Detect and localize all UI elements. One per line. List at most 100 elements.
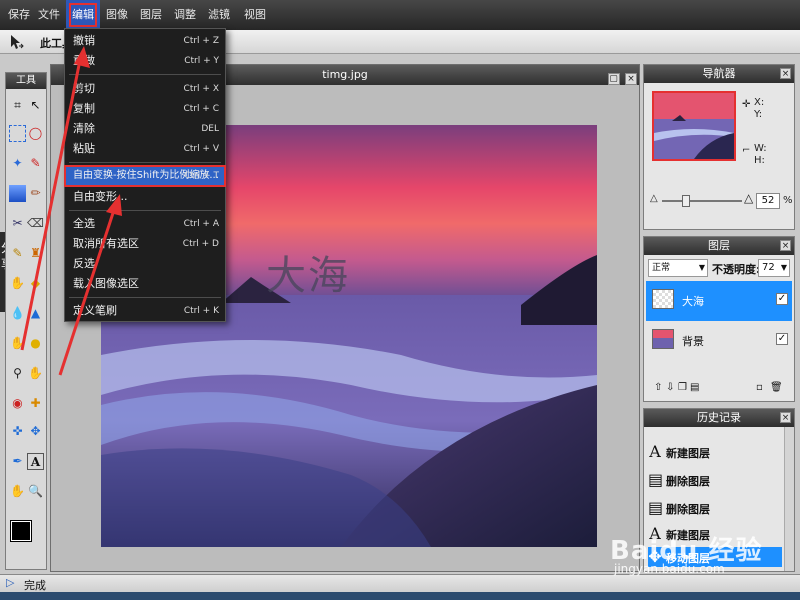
document-title: timg.jpg — [322, 68, 368, 81]
pencil-tool-icon[interactable]: ✎ — [27, 155, 44, 172]
zoom-out-icon[interactable]: △ — [650, 193, 658, 204]
menu-item-undo[interactable]: 撤销 Ctrl + Z — [65, 31, 225, 51]
replace-color-tool-icon[interactable]: ✎ — [9, 245, 26, 262]
layer-move-down-icon[interactable]: ⇩ — [666, 383, 676, 393]
menu-filter[interactable]: 滤镜 — [202, 0, 236, 30]
bucket-tool-icon[interactable]: ◆ — [27, 275, 44, 292]
menu-item-deselect[interactable]: 取消所有选区 Ctrl + D — [65, 234, 225, 254]
close-icon[interactable]: × — [780, 240, 791, 251]
menu-item-load-selection[interactable]: 载入图像选区 — [65, 274, 225, 294]
maximize-icon[interactable]: ▢ — [607, 73, 620, 85]
type-icon: A — [649, 442, 661, 461]
new-layer-icon[interactable]: ▫ — [756, 383, 766, 393]
crop-tool-icon[interactable]: ⌗ — [9, 97, 26, 114]
zoom-in-icon[interactable]: △ — [744, 191, 753, 205]
menu-item-copy[interactable]: 复制 Ctrl + C — [65, 99, 225, 119]
zoom-slider[interactable] — [662, 195, 742, 207]
menu-adjust[interactable]: 调整 — [168, 0, 202, 30]
eraser-tool-icon[interactable]: ⌫ — [27, 215, 44, 232]
menu-layer[interactable]: 图层 — [134, 0, 168, 30]
close-icon[interactable]: × — [780, 68, 791, 79]
layer-visibility-checkbox[interactable]: ✓ — [776, 333, 788, 345]
blur-tool-icon[interactable]: 💧 — [9, 305, 26, 322]
layer-thumbnail — [652, 329, 674, 349]
watermark-url: jingyan.baidu.com — [614, 562, 725, 576]
sponge-tool-icon[interactable]: ✋ — [27, 365, 44, 382]
menu-file[interactable]: 文件 — [32, 0, 66, 30]
delete-layer-icon[interactable]: 🗑 — [770, 383, 783, 393]
wand-tool-icon[interactable]: ✦ — [9, 155, 26, 172]
history-title-bar: 历史记录 × — [644, 409, 794, 427]
move-tool-button-icon[interactable]: ↖ — [27, 97, 44, 114]
brush-tool-icon[interactable]: ✏ — [27, 185, 44, 202]
nav-w-label: W: — [754, 143, 767, 154]
draw-tool-icon[interactable]: ✒ — [9, 453, 26, 470]
layer-row[interactable]: 背景 ✓ — [646, 321, 792, 361]
stamp-tool-icon[interactable]: ♜ — [27, 245, 44, 262]
play-icon[interactable]: ▷ — [6, 576, 14, 589]
move-tool-icon[interactable] — [8, 33, 26, 51]
nav-h-label: H: — [754, 155, 765, 166]
menu-item-select-all[interactable]: 全选 Ctrl + A — [65, 214, 225, 234]
layer-visibility-checkbox[interactable]: ✓ — [776, 293, 788, 305]
layers-title-bar: 图层 × — [644, 237, 794, 255]
menu-item-cut[interactable]: 剪切 Ctrl + X — [65, 79, 225, 99]
burn-tool-icon[interactable]: ✋ — [9, 335, 26, 352]
menu-item-free-distort[interactable]: 自由变形... — [65, 187, 225, 207]
zoom-input[interactable]: 52 — [756, 193, 780, 209]
menu-image[interactable]: 图像 — [100, 0, 134, 30]
menu-item-invert-selection[interactable]: 反选 — [65, 254, 225, 274]
nav-x-label: X: — [754, 97, 765, 108]
layers-panel: 图层 × 正常 ▼ 不透明度: 72 ▼ 大海 ✓ 背景 ✓ ⇧ ⇩ ❐ ▤ ▫… — [643, 236, 795, 402]
pinch-tool-icon[interactable]: ✥ — [27, 423, 44, 440]
layer-properties-icon[interactable]: ▤ — [690, 383, 700, 393]
navigator-title-bar: 导航器 × — [644, 65, 794, 83]
opacity-input[interactable]: 72 ▼ — [758, 259, 790, 277]
canvas-text-layer[interactable]: 大海 — [266, 243, 350, 301]
menu-separator — [69, 210, 221, 211]
menu-view[interactable]: 视图 — [238, 0, 272, 30]
menu-separator — [69, 162, 221, 163]
heal-tool-icon[interactable]: ✚ — [27, 395, 44, 412]
foreground-color-swatch[interactable] — [10, 520, 32, 542]
navigator-title: 导航器 — [702, 67, 736, 80]
history-title: 历史记录 — [697, 411, 741, 424]
menu-separator — [69, 297, 221, 298]
chevron-down-icon: ▼ — [780, 263, 787, 272]
menu-bar: 保存 文件 编辑 图像 图层 调整 滤镜 视图 — [0, 0, 800, 30]
blend-mode-select[interactable]: 正常 ▼ — [648, 259, 708, 277]
navigator-thumbnail[interactable] — [652, 91, 736, 161]
dodge-tool-icon[interactable]: ● — [27, 335, 44, 352]
menu-edit[interactable]: 编辑 — [66, 0, 100, 30]
layer-duplicate-icon[interactable]: ❐ — [678, 383, 688, 393]
marquee-tool-icon[interactable] — [9, 125, 26, 142]
clone-tool-icon[interactable]: ✂ — [9, 215, 26, 232]
lasso-tool-icon[interactable]: ◯ — [27, 125, 44, 142]
menu-save[interactable]: 保存 — [2, 0, 36, 30]
close-icon[interactable]: × — [625, 73, 637, 85]
redeye-tool-icon[interactable]: ◉ — [9, 395, 26, 412]
bloat-tool-icon[interactable]: ✜ — [9, 423, 26, 440]
layer-row[interactable]: 大海 ✓ — [646, 281, 792, 321]
menu-item-clear[interactable]: 清除 DEL — [65, 119, 225, 139]
sharpen-tool-icon[interactable]: ▲ — [27, 305, 44, 322]
crosshair-icon: ✛ — [742, 99, 751, 110]
zoom-slider-handle[interactable] — [682, 195, 690, 207]
history-item[interactable]: A 新建图层 — [648, 439, 782, 465]
gradient-tool-icon[interactable] — [9, 185, 26, 202]
menu-item-redo[interactable]: 重做 Ctrl + Y — [65, 51, 225, 71]
taskbar — [0, 592, 800, 600]
history-item[interactable]: ▤ 删除图层 — [648, 467, 782, 493]
tool-panel: 工具 ⌗ ↖ ◯ ✦ ✎ ✏ ✂ ⌫ ✎ ♜ ✋ ◆ 💧 ▲ ✋ ● ⚲ ✋ ◉… — [5, 72, 47, 570]
zoom-tool-icon[interactable]: 🔍 — [27, 483, 44, 500]
layer-move-up-icon[interactable]: ⇧ — [654, 383, 664, 393]
close-icon[interactable]: × — [780, 412, 791, 423]
type-tool-icon[interactable]: A — [27, 453, 44, 470]
smudge-tool-icon[interactable]: ✋ — [9, 275, 26, 292]
hand-tool-icon[interactable]: ✋ — [9, 483, 26, 500]
menu-item-define-brush[interactable]: 定义笔刷 Ctrl + K — [65, 301, 225, 321]
menu-item-free-transform[interactable]: 自由变换-按住Shift为比例缩放... Ctrl + T — [64, 165, 226, 187]
history-item[interactable]: ▤ 删除图层 — [648, 495, 782, 521]
eyedropper-tool-icon[interactable]: ⚲ — [9, 365, 26, 382]
menu-item-paste[interactable]: 粘贴 Ctrl + V — [65, 139, 225, 159]
